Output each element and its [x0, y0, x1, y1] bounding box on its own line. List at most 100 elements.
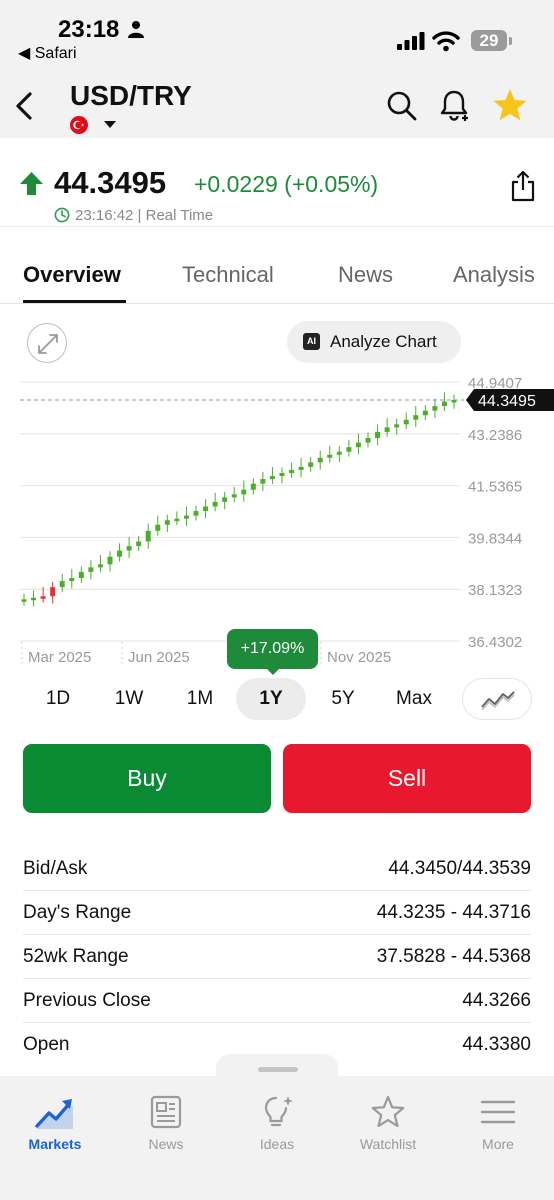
battery-tip — [509, 37, 512, 45]
nav-markets[interactable]: Markets — [0, 1094, 110, 1152]
expand-chart-button[interactable] — [27, 323, 67, 363]
back-chevron-icon[interactable] — [10, 88, 40, 124]
ai-icon: AI — [303, 333, 320, 350]
candle-body — [88, 567, 94, 572]
period-1m[interactable]: 1M — [168, 678, 232, 720]
nav-label: Ideas — [259, 1136, 295, 1152]
person-icon — [128, 21, 144, 38]
tab-analysis[interactable]: Analysis — [453, 262, 535, 288]
nav-label: Markets — [28, 1136, 82, 1152]
cellular-signal-icon — [397, 32, 425, 50]
x-tick-label: Mar 2025 — [28, 649, 91, 666]
nav-news[interactable]: News — [111, 1094, 221, 1152]
tab-news[interactable]: News — [338, 262, 393, 288]
candle-body — [183, 515, 189, 519]
period-change-badge-pointer — [266, 668, 280, 675]
candle-body — [317, 457, 323, 463]
star-outline-icon — [371, 1095, 405, 1128]
candle-body — [117, 550, 123, 557]
candle-body — [107, 556, 113, 565]
bottom-navigation: Markets News Ideas Watchlist More — [0, 1076, 554, 1200]
chart-type-button[interactable] — [462, 678, 532, 720]
candle-body — [441, 401, 447, 407]
nav-more[interactable]: More — [443, 1094, 553, 1152]
candle-body — [346, 447, 352, 452]
candle-body — [145, 530, 151, 542]
markets-chart-icon — [35, 1099, 73, 1129]
stat-value: 44.3235 - 44.3716 — [376, 902, 531, 923]
back-to-safari-link[interactable]: ◀ Safari — [18, 43, 77, 63]
candle-body — [40, 596, 46, 599]
stat-value: 37.5828 - 44.5368 — [376, 946, 531, 967]
candle-body — [31, 597, 37, 601]
last-price: 44.3495 — [54, 165, 167, 200]
candle-body — [231, 494, 237, 498]
period-5y[interactable]: 5Y — [311, 678, 375, 720]
nav-ideas[interactable]: Ideas — [222, 1094, 332, 1152]
key-stats-list: Bid/Ask 44.3450/44.3539 Day's Range 44.3… — [23, 847, 531, 1067]
lightbulb-icon — [264, 1096, 293, 1127]
share-icon[interactable] — [510, 170, 536, 202]
period-1d[interactable]: 1D — [26, 678, 90, 720]
candle-body — [336, 451, 342, 455]
candle-body — [222, 497, 228, 502]
stat-row-bid-ask: Bid/Ask 44.3450/44.3539 — [23, 847, 531, 891]
nav-label: Watchlist — [359, 1136, 417, 1152]
clock-icon — [54, 207, 70, 223]
candle-body — [451, 399, 457, 403]
y-tick-label: 36.4302 — [468, 634, 522, 651]
stat-row-days-range: Day's Range 44.3235 - 44.3716 — [23, 891, 531, 935]
watchlist-star-icon[interactable] — [492, 88, 528, 122]
status-time: 23:18 — [58, 16, 120, 43]
candle-body — [403, 419, 409, 425]
chevron-down-icon[interactable] — [104, 121, 116, 128]
period-1y[interactable]: 1Y — [236, 678, 306, 720]
hamburger-menu-icon — [480, 1100, 516, 1124]
nav-label: More — [482, 1136, 514, 1152]
stat-row-previous-close: Previous Close 44.3266 — [23, 979, 531, 1023]
candle-body — [394, 424, 400, 428]
tab-overview[interactable]: Overview — [23, 262, 121, 288]
period-1w[interactable]: 1W — [97, 678, 161, 720]
candle-body — [136, 541, 142, 547]
price-chart[interactable]: 44.940743.238641.536539.834438.132336.43… — [0, 370, 554, 670]
sheet-drag-handle[interactable] — [258, 1067, 298, 1072]
analyze-chart-label: Analyze Chart — [330, 332, 437, 351]
analyze-chart-button[interactable]: AI Analyze Chart — [287, 321, 461, 363]
candle-body — [164, 520, 170, 525]
candle-body — [269, 476, 275, 480]
candle-body — [193, 511, 199, 516]
candle-body — [155, 524, 161, 531]
expand-arrows-icon — [38, 334, 58, 354]
price-up-arrow-icon — [20, 172, 43, 195]
y-tick-label: 41.5365 — [468, 479, 522, 496]
candle-body — [413, 415, 419, 420]
candle-body — [174, 518, 180, 522]
buy-button[interactable]: Buy — [23, 744, 271, 813]
stat-label: Previous Close — [23, 990, 151, 1011]
stat-label: Bid/Ask — [23, 858, 88, 879]
candle-body — [21, 599, 27, 602]
add-alert-bell-icon[interactable] — [438, 88, 472, 122]
candle-body — [422, 410, 428, 416]
tab-technical[interactable]: Technical — [182, 262, 274, 288]
candle-body — [260, 479, 266, 484]
section-tabs: Overview Technical News Analysis — [0, 252, 554, 304]
candle-body — [59, 581, 65, 588]
y-tick-label: 43.2386 — [468, 427, 522, 444]
candle-body — [432, 406, 438, 411]
stat-value: 44.3266 — [462, 990, 531, 1011]
candle-body — [384, 427, 390, 432]
turkey-flag-icon[interactable] — [70, 116, 88, 134]
candle-body — [365, 438, 371, 443]
sheet-handle-tab[interactable] — [216, 1054, 338, 1078]
sell-button[interactable]: Sell — [283, 744, 531, 813]
search-icon[interactable] — [386, 90, 418, 122]
candle-body — [50, 587, 56, 597]
stat-label: Day's Range — [23, 902, 132, 923]
candle-body — [212, 501, 218, 507]
period-max[interactable]: Max — [382, 678, 446, 720]
status-bar: 23:18 ◀ Safari 29 — [0, 0, 554, 66]
wifi-icon — [432, 31, 460, 52]
nav-watchlist[interactable]: Watchlist — [333, 1094, 443, 1152]
